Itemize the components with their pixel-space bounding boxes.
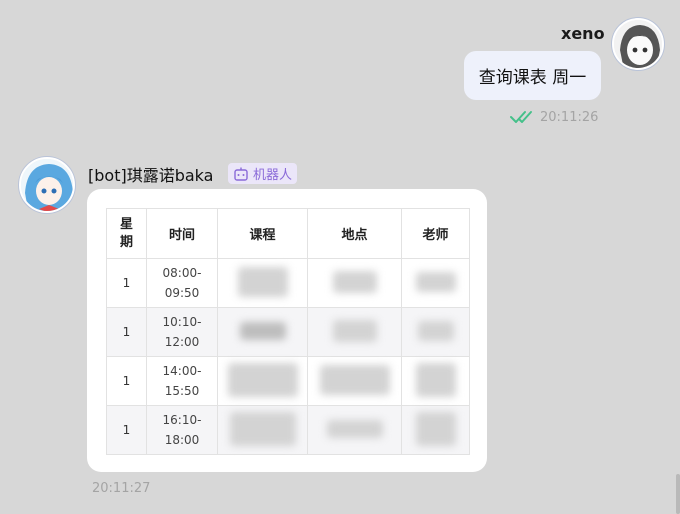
bot-badge: 机器人 xyxy=(228,163,298,184)
time-cell: 10:10- 12:00 xyxy=(146,307,218,357)
outgoing-timestamp: 20:11:26 xyxy=(540,110,599,125)
header-course: 课程 xyxy=(217,208,308,259)
schedule-table: 星期 时间 课程 地点 老师 1 08:00- 09:50 1 10:10- 12:… xyxy=(106,208,470,455)
time-cell: 14:00- 15:50 xyxy=(146,356,218,406)
double-check-icon xyxy=(510,111,532,123)
teacher-cell-redacted xyxy=(401,405,470,455)
bot-avatar[interactable] xyxy=(19,157,75,213)
table-row: 1 10:10- 12:00 xyxy=(106,307,470,357)
location-cell-redacted xyxy=(307,258,402,308)
header-day: 星期 xyxy=(106,208,147,259)
header-teacher: 老师 xyxy=(401,208,470,259)
scrollbar[interactable] xyxy=(676,474,680,514)
incoming-timestamp: 20:11:27 xyxy=(92,481,151,496)
location-cell-redacted xyxy=(307,356,402,406)
outgoing-sender-name: xeno xyxy=(561,24,605,43)
robot-icon xyxy=(234,167,248,181)
course-cell-redacted xyxy=(217,356,308,406)
table-row: 1 08:00- 09:50 xyxy=(106,258,470,308)
time-cell: 08:00- 09:50 xyxy=(146,258,218,308)
course-cell-redacted xyxy=(217,405,308,455)
header-time: 时间 xyxy=(146,208,218,259)
user-avatar[interactable] xyxy=(612,18,664,70)
day-cell: 1 xyxy=(106,356,147,406)
course-cell-redacted xyxy=(217,258,308,308)
time-cell: 16:10- 18:00 xyxy=(146,405,218,455)
course-cell-redacted xyxy=(217,307,308,357)
location-cell-redacted xyxy=(307,307,402,357)
outgoing-message-bubble[interactable]: 查询课表 周一 xyxy=(464,51,601,100)
day-cell: 1 xyxy=(106,405,147,455)
table-header-row: 星期 时间 课程 地点 老师 xyxy=(106,208,470,259)
outgoing-message-text: 查询课表 周一 xyxy=(478,68,587,88)
day-cell: 1 xyxy=(106,258,147,308)
teacher-cell-redacted xyxy=(401,307,470,357)
bot-sender-name: [bot]琪露诺baka xyxy=(88,166,214,185)
table-row: 1 14:00- 15:50 xyxy=(106,356,470,406)
header-location: 地点 xyxy=(307,208,402,259)
teacher-cell-redacted xyxy=(401,258,470,308)
table-row: 1 16:10- 18:00 xyxy=(106,405,470,455)
location-cell-redacted xyxy=(307,405,402,455)
day-cell: 1 xyxy=(106,307,147,357)
bot-badge-label: 机器人 xyxy=(253,168,293,183)
teacher-cell-redacted xyxy=(401,356,470,406)
